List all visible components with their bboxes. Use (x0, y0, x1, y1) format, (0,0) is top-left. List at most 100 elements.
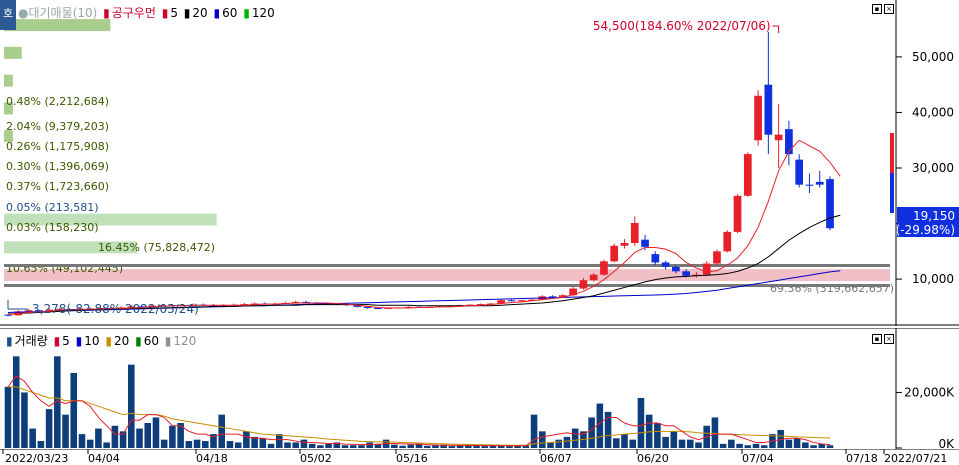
candle-body (754, 95, 762, 141)
legend-vma120: 120 (173, 334, 197, 348)
volume-bar (802, 442, 809, 448)
volume-bar (267, 443, 275, 448)
volume-bar (695, 442, 702, 448)
legend-vma60: 60 (143, 334, 159, 348)
legend-marker-icon: ▮ (53, 334, 61, 348)
candle-body (661, 262, 670, 267)
volume-bar (785, 439, 793, 448)
high-annotation: 54,500(184.60% 2022/07/06) (593, 19, 771, 33)
volume-bar (70, 373, 78, 448)
date-tick-label: 06/07 (540, 452, 572, 465)
date-tick-label: 2022/03/23 (5, 452, 68, 465)
volume-bar (366, 442, 373, 448)
volume-bar (555, 439, 563, 448)
volume-bar (234, 442, 242, 448)
volume-bar (654, 423, 661, 448)
volume-bar (481, 446, 489, 448)
close-pane-button[interactable]: × (884, 4, 894, 14)
volume-bar (588, 417, 595, 448)
resistance-legend-label: ●대기매물(10) (18, 6, 98, 20)
candle-body (713, 251, 721, 264)
volume-bar (201, 441, 209, 448)
candle-body (610, 245, 619, 262)
candle-body (723, 231, 732, 252)
close-pane-button[interactable]: × (884, 334, 894, 344)
volume-profile-label: 0.05% (213,581) (6, 201, 99, 214)
volume-bar (37, 441, 45, 448)
volume-bar (530, 414, 538, 448)
volume-bar (21, 392, 28, 448)
candle-body (815, 181, 824, 185)
volume-bar (432, 445, 439, 448)
candle-body (774, 134, 783, 141)
volume-bar (243, 431, 250, 448)
current-price-label: 19,150 (913, 209, 955, 223)
legend-ma5: 5 (170, 6, 178, 20)
volume-tick-label: 20,000K (904, 385, 955, 399)
date-tick-label: 05/16 (396, 452, 428, 465)
legend-volume: 거래량 (14, 334, 48, 348)
volume-bar (407, 444, 415, 448)
volume-bar (719, 443, 727, 448)
price-tick-label: 10,000 (912, 272, 954, 286)
candle-body (641, 239, 649, 247)
volume-bar (736, 443, 743, 448)
volume-bar (358, 445, 365, 448)
volume-bar (308, 443, 316, 448)
volume-bar (341, 445, 349, 448)
candle-body (795, 159, 804, 185)
volume-bar (317, 445, 324, 448)
candle-body (579, 280, 588, 289)
volume-bar (325, 443, 332, 448)
volume-bar (152, 417, 160, 448)
home-tab[interactable]: 호 (0, 0, 16, 30)
volume-bar (662, 436, 669, 448)
volume-profile-label: 0.37% (1,723,660) (6, 180, 109, 193)
legend-marker-icon: ▮ (105, 334, 112, 348)
volume-bar (728, 439, 735, 448)
candle-body (620, 243, 629, 246)
volume-bar (629, 439, 637, 448)
date-tick-label: 04/18 (196, 452, 228, 465)
maximize-pane-button[interactable]: ▪ (872, 334, 882, 344)
volume-bar (45, 409, 53, 448)
legend-ma20: 20 (192, 6, 208, 20)
date-tick-label: 06/20 (637, 452, 669, 465)
volume-profile-bar (4, 269, 890, 282)
candle-body (507, 300, 516, 302)
candle-body (733, 195, 742, 232)
candle-body (589, 274, 598, 281)
legend-marker-icon: ▮ (103, 6, 110, 20)
volume-bar (185, 441, 193, 448)
volume-profile-label: 2.04% (9,379,203) (6, 120, 109, 133)
volume-bar (169, 425, 176, 448)
volume-bar (226, 441, 234, 448)
legend-stock-name: 공구우먼 (111, 6, 156, 20)
legend-marker-icon: ▮ (6, 334, 13, 348)
volume-bar (292, 442, 299, 448)
volume-profile-label: 16.45% (75,828,472) (98, 241, 215, 254)
volume-bar (12, 356, 20, 448)
volume-profile-label: 0.26% (1,175,908) (6, 140, 109, 153)
volume-bar (103, 442, 110, 448)
candle-body (826, 179, 834, 229)
maximize-pane-button[interactable]: ▪ (872, 4, 882, 14)
volume-bar (596, 403, 604, 448)
volume-profile-bar (4, 74, 13, 87)
volume-profile-label: 0.48% (2,212,684) (6, 95, 109, 108)
volume-bar (136, 428, 143, 448)
volume-profile-label: 69.36% (319,662,657) (770, 282, 894, 295)
price-tick-label: 50,000 (912, 50, 954, 64)
date-tick-label: 07/04 (742, 452, 774, 465)
volume-bar (810, 445, 817, 448)
volume-bar (284, 442, 291, 448)
volume-bar (259, 438, 267, 448)
volume-bar (621, 434, 628, 448)
volume-profile-label: 10.65% (49,102,445) (6, 262, 123, 275)
legend-ma120: 120 (251, 6, 275, 20)
volume-profile-label: 0.03% (158,230) (6, 221, 99, 234)
volume-bar (78, 434, 86, 448)
price-tick-label: 40,000 (912, 105, 954, 119)
volume-bar (128, 364, 135, 448)
volume-bar (506, 446, 513, 448)
